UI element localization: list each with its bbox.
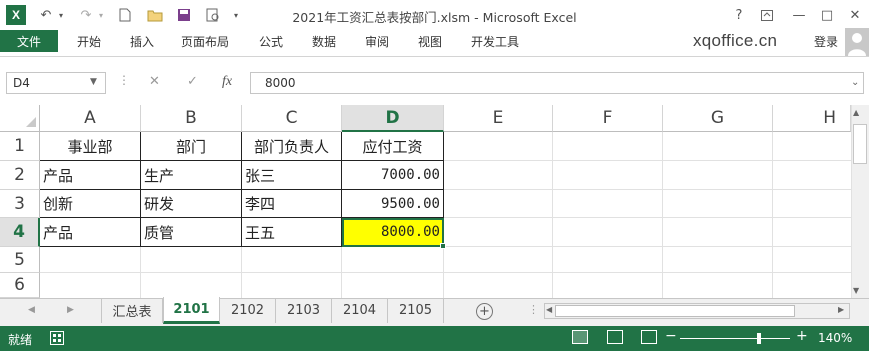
row-header-4[interactable]: 4 bbox=[0, 218, 40, 247]
tab-developer[interactable]: 开发工具 bbox=[469, 30, 521, 52]
tab-home[interactable]: 开始 bbox=[75, 30, 103, 52]
column-header-c[interactable]: C bbox=[242, 105, 342, 132]
column-header-g[interactable]: G bbox=[663, 105, 773, 132]
customize-toolbar-icon[interactable]: ▾ bbox=[230, 4, 242, 26]
enter-icon[interactable]: ✓ bbox=[187, 74, 198, 89]
tab-view[interactable]: 视图 bbox=[416, 30, 444, 52]
tab-formulas[interactable]: 公式 bbox=[257, 30, 285, 52]
vertical-scroll-thumb[interactable] bbox=[853, 124, 867, 164]
cell-d1[interactable]: 应付工资 bbox=[342, 132, 444, 161]
zoom-slider[interactable] bbox=[680, 338, 790, 339]
insert-function-icon[interactable]: fx bbox=[222, 74, 232, 90]
cell-c3[interactable]: 李四 bbox=[242, 190, 342, 218]
zoom-level[interactable]: 140% bbox=[818, 331, 852, 345]
sheet-tab-2104[interactable]: 2104 bbox=[332, 298, 388, 323]
zoom-out-button[interactable]: − bbox=[665, 328, 677, 344]
tab-data[interactable]: 数据 bbox=[310, 30, 338, 52]
tab-page-layout[interactable]: 页面布局 bbox=[179, 30, 231, 52]
minimize-button[interactable]: — bbox=[786, 4, 812, 26]
fill-handle[interactable] bbox=[440, 243, 446, 249]
undo-icon[interactable]: ↶ bbox=[36, 4, 56, 26]
scroll-right-icon[interactable]: ▶ bbox=[838, 305, 844, 314]
redo-icon[interactable]: ↷ bbox=[76, 4, 96, 26]
sheet-prev-icon[interactable]: ◀ bbox=[28, 305, 35, 315]
horizontal-scroll-thumb[interactable] bbox=[555, 305, 795, 317]
maximize-button[interactable]: □ bbox=[814, 4, 840, 26]
cell-c1[interactable]: 部门负责人 bbox=[242, 132, 342, 161]
sign-in-link[interactable]: 登录 bbox=[814, 33, 838, 50]
macro-record-icon[interactable] bbox=[50, 331, 64, 345]
close-button[interactable]: ✕ bbox=[842, 4, 868, 26]
tab-file[interactable]: 文件 bbox=[0, 30, 58, 52]
add-sheet-icon[interactable]: + bbox=[476, 303, 493, 320]
open-folder-icon[interactable] bbox=[145, 4, 165, 26]
save-icon[interactable] bbox=[175, 4, 193, 26]
scroll-up-icon[interactable]: ▲ bbox=[853, 108, 859, 117]
undo-dropdown-icon[interactable]: ▾ bbox=[56, 4, 66, 26]
cell-b3[interactable]: 研发 bbox=[141, 190, 242, 218]
page-layout-view-icon[interactable] bbox=[607, 330, 623, 344]
new-file-icon[interactable] bbox=[116, 4, 134, 26]
cell-a1[interactable]: 事业部 bbox=[40, 132, 141, 161]
cell-d3[interactable]: 9500.00 bbox=[342, 190, 444, 218]
sheet-next-icon[interactable]: ▶ bbox=[67, 305, 74, 315]
zoom-slider-thumb[interactable] bbox=[757, 333, 761, 344]
sheet-tab-2102[interactable]: 2102 bbox=[220, 298, 276, 323]
avatar[interactable] bbox=[845, 28, 869, 56]
name-box-dropdown-icon[interactable]: ▼ bbox=[90, 77, 97, 87]
normal-view-icon[interactable] bbox=[572, 330, 588, 344]
print-preview-icon[interactable] bbox=[204, 4, 222, 26]
cell-c4[interactable]: 王五 bbox=[242, 218, 342, 247]
sheet-tab-2103[interactable]: 2103 bbox=[276, 298, 332, 323]
column-header-a[interactable]: A bbox=[40, 105, 141, 132]
empty-rows-gridlines bbox=[40, 247, 443, 298]
sheet-tab-2105[interactable]: 2105 bbox=[388, 298, 444, 323]
cell-a3[interactable]: 创新 bbox=[40, 190, 141, 218]
cell-d2[interactable]: 7000.00 bbox=[342, 161, 444, 190]
scroll-left-icon[interactable]: ◀ bbox=[546, 305, 552, 314]
cell-b4[interactable]: 质管 bbox=[141, 218, 242, 247]
redo-dropdown-icon[interactable]: ▾ bbox=[96, 4, 106, 26]
tab-split-handle-icon[interactable]: ⋮ bbox=[528, 303, 539, 316]
tab-review[interactable]: 审阅 bbox=[363, 30, 391, 52]
row-header-1[interactable]: 1 bbox=[0, 132, 40, 161]
scroll-down-icon[interactable]: ▼ bbox=[853, 286, 859, 295]
sheet-tab-2101[interactable]: 2101 bbox=[163, 297, 220, 324]
help-button[interactable]: ? bbox=[726, 4, 752, 26]
tab-insert[interactable]: 插入 bbox=[128, 30, 156, 52]
row-header-3[interactable]: 3 bbox=[0, 190, 40, 218]
cell-c2[interactable]: 张三 bbox=[242, 161, 342, 190]
row-header-2[interactable]: 2 bbox=[0, 161, 40, 190]
column-header-f[interactable]: F bbox=[553, 105, 663, 132]
cell-a2[interactable]: 产品 bbox=[40, 161, 141, 190]
column-header-e[interactable]: E bbox=[444, 105, 553, 132]
column-header-h[interactable]: H bbox=[773, 105, 851, 132]
zoom-in-button[interactable]: + bbox=[796, 328, 808, 344]
formula-bar-grip-icon: ⋮ bbox=[118, 73, 130, 87]
status-text: 就绪 bbox=[8, 333, 33, 347]
cell-d4[interactable]: 8000.00 bbox=[342, 218, 444, 247]
cell-a4[interactable]: 产品 bbox=[40, 218, 141, 247]
row-header-6[interactable]: 6 bbox=[0, 273, 40, 298]
brand-watermark: xqoffice.cn bbox=[693, 31, 778, 50]
column-header-d[interactable]: D bbox=[342, 105, 444, 132]
cell-b2[interactable]: 生产 bbox=[141, 161, 242, 190]
expand-formula-bar-icon[interactable]: ⌄ bbox=[851, 77, 859, 88]
formula-input[interactable]: 8000 bbox=[250, 72, 864, 94]
excel-logo-icon: X bbox=[6, 5, 26, 25]
row-header-5[interactable]: 5 bbox=[0, 247, 40, 273]
select-all-triangle-icon bbox=[26, 117, 36, 127]
column-header-b[interactable]: B bbox=[141, 105, 242, 132]
page-break-view-icon[interactable] bbox=[641, 330, 657, 344]
ribbon-display-icon[interactable] bbox=[754, 4, 780, 26]
cancel-icon[interactable]: ✕ bbox=[149, 74, 160, 89]
cell-b1[interactable]: 部门 bbox=[141, 132, 242, 161]
sheet-tab-summary[interactable]: 汇总表 bbox=[101, 298, 163, 323]
